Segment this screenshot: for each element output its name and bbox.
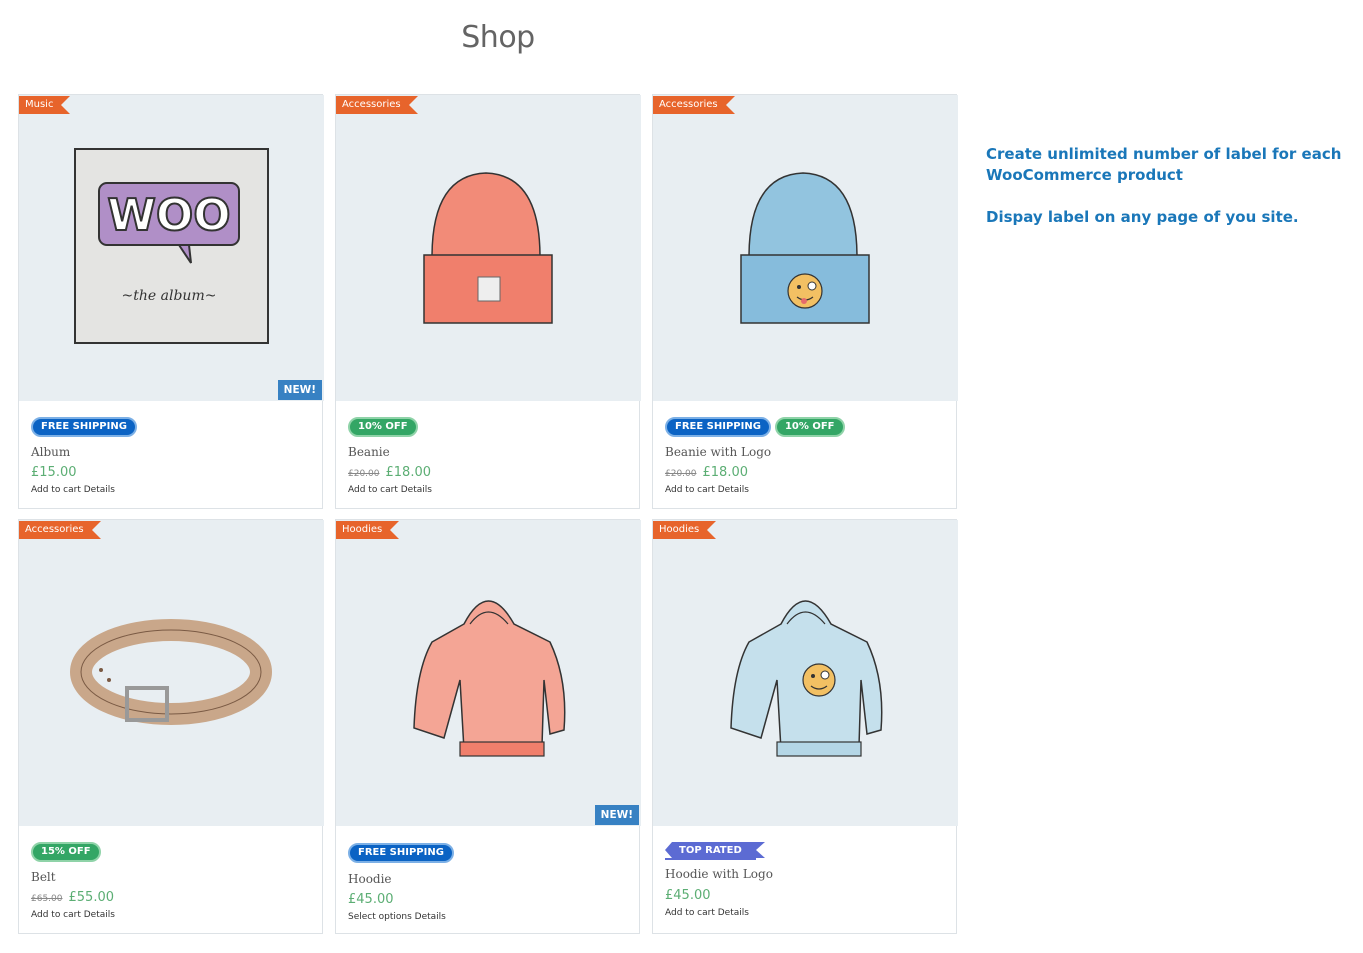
product-name[interactable]: Belt [31, 870, 56, 884]
current-price: £18.00 [702, 465, 749, 480]
product-image-hoodie[interactable] [336, 520, 641, 826]
svg-text:WOO: WOO [107, 190, 230, 241]
free-shipping-badge: FREE SHIPPING [31, 417, 137, 437]
category-label: Accessories [653, 96, 735, 114]
product-actions[interactable]: Select options Details [348, 912, 446, 922]
product-price: £45.00 [348, 892, 394, 907]
badge-row: TOP RATED [665, 842, 765, 860]
current-price: £45.00 [665, 888, 711, 903]
old-price: £20.00 [348, 469, 380, 479]
free-shipping-badge: FREE SHIPPING [348, 843, 454, 863]
current-price: £15.00 [31, 465, 77, 480]
new-badge: NEW! [277, 380, 322, 400]
top-rated-badge: TOP RATED [665, 842, 765, 860]
feature-note-line-2: Dispay label on any page of you site. [986, 208, 1299, 226]
free-shipping-badge: FREE SHIPPING [665, 417, 771, 437]
product-image-beanie[interactable] [336, 95, 641, 401]
feature-note: Create unlimited number of label for eac… [986, 144, 1356, 249]
belt-image [70, 619, 272, 725]
product-image-album[interactable]: WOO ~the album~ [19, 95, 324, 401]
product-image-belt[interactable] [19, 520, 324, 826]
product-card-hoodie[interactable]: Hoodies NEW! FREE SHIPPING Hoodie £45.00… [335, 519, 641, 934]
product-name[interactable]: Album [31, 445, 70, 459]
badge-row: FREE SHIPPING [348, 843, 454, 863]
product-card-beanie[interactable]: Accessories 10% OFF Beanie £20.00 £18.00 … [335, 94, 641, 509]
discount-badge: 10% OFF [774, 417, 845, 437]
product-name[interactable]: Beanie with Logo [665, 445, 771, 459]
product-actions[interactable]: Add to cart Details [348, 485, 432, 495]
discount-badge: 10% OFF [348, 417, 418, 437]
product-card-belt[interactable]: Accessories 15% OFF Belt £65.00 £55.00 Ad… [18, 519, 324, 934]
product-image-beanie-with-logo[interactable] [653, 95, 958, 401]
product-price: £45.00 [665, 888, 711, 903]
product-name[interactable]: Hoodie [348, 872, 392, 886]
beanie-image [423, 172, 553, 324]
product-actions[interactable]: Add to cart Details [31, 910, 115, 920]
category-label: Music [19, 96, 72, 114]
product-card-beanie-with-logo[interactable]: Accessories FREE SHIPPING 10% OFF Beanie… [652, 94, 958, 509]
old-price: £65.00 [31, 894, 63, 904]
product-name[interactable]: Beanie [348, 445, 390, 459]
product-card-hoodie-with-logo[interactable]: Hoodies TOP RATED Hoodie with Logo £45.0… [652, 519, 958, 934]
badge-row: FREE SHIPPING 10% OFF [665, 417, 845, 437]
product-price: £20.00 £18.00 [665, 465, 748, 480]
feature-note-line-1: Create unlimited number of label for eac… [986, 145, 1342, 184]
product-card-album[interactable]: WOO ~the album~ Music NEW! FREE SHIPPING… [18, 94, 324, 509]
page-title: Shop [461, 20, 535, 55]
beanie-with-logo-image [740, 172, 870, 324]
old-price: £20.00 [665, 469, 697, 479]
badge-row: 10% OFF [348, 417, 418, 437]
current-price: £45.00 [348, 892, 394, 907]
product-price: £15.00 [31, 465, 77, 480]
hoodie-with-logo-image [730, 600, 883, 757]
product-name[interactable]: Hoodie with Logo [665, 867, 773, 881]
category-label: Accessories [19, 521, 101, 539]
current-price: £18.00 [385, 465, 432, 480]
discount-badge: 15% OFF [31, 842, 101, 862]
product-price: £20.00 £18.00 [348, 465, 431, 480]
category-label: Hoodies [653, 521, 717, 539]
product-image-hoodie-with-logo[interactable] [653, 520, 958, 826]
badge-row: 15% OFF [31, 842, 101, 862]
badge-row: FREE SHIPPING [31, 417, 137, 437]
category-label: Hoodies [336, 521, 400, 539]
product-actions[interactable]: Add to cart Details [665, 485, 749, 495]
product-actions[interactable]: Add to cart Details [31, 485, 115, 495]
new-badge: NEW! [594, 805, 639, 825]
current-price: £55.00 [68, 890, 115, 905]
category-label: Accessories [336, 96, 418, 114]
hoodie-image [413, 600, 566, 757]
product-actions[interactable]: Add to cart Details [665, 908, 749, 918]
svg-text:~the album~: ~the album~ [122, 288, 217, 304]
album-cover-image: WOO ~the album~ [74, 148, 269, 344]
product-price: £65.00 £55.00 [31, 890, 114, 905]
